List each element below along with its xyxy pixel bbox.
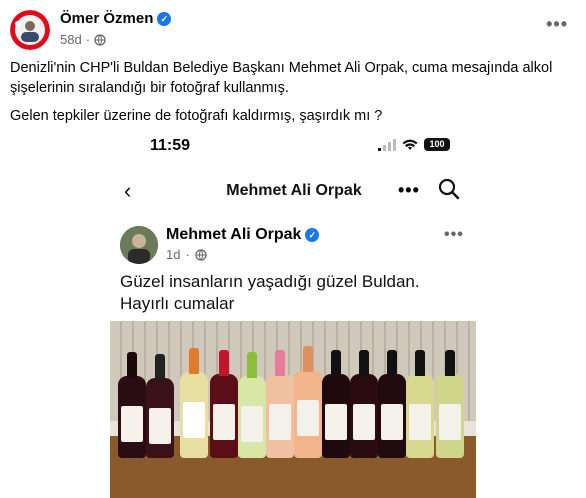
- bottle-red-4: [322, 350, 350, 458]
- dot-separator: ·: [185, 247, 190, 262]
- embedded-screenshot[interactable]: 11:59 100 ‹ Mehmet Ali Orpak ••• Mehmet …: [106, 130, 482, 498]
- more-icon[interactable]: •••: [444, 226, 464, 244]
- inner-post-meta: 1d ·: [166, 247, 207, 262]
- inner-post-text: Güzel insanların yaşadığı güzel Buldan. …: [120, 271, 420, 315]
- author-avatar[interactable]: [10, 10, 50, 50]
- post-text: Denizli'nin CHP'li Buldan Belediye Başka…: [10, 58, 580, 134]
- nav-title: Mehmet Ali Orpak: [226, 182, 362, 199]
- bottle-white-2: [238, 352, 266, 458]
- post-text-paragraph-2: Gelen tepkiler üzerine de fotoğrafı kald…: [10, 108, 383, 124]
- dot-separator: ·: [85, 32, 91, 47]
- inner-author-name[interactable]: Mehmet Ali Orpak ✓: [166, 226, 320, 244]
- bottle-red-2: [146, 354, 174, 458]
- globe-icon: [195, 248, 207, 261]
- battery-icon: 100: [424, 138, 450, 151]
- more-icon[interactable]: •••: [546, 14, 568, 35]
- bottle-white-1: [180, 348, 208, 458]
- author-name[interactable]: Ömer Özmen ✓: [60, 10, 172, 27]
- bottle-white-4: [436, 350, 464, 458]
- globe-icon: [94, 33, 106, 46]
- search-icon[interactable]: [438, 178, 460, 200]
- inner-post-text-line-1: Güzel insanların yaşadığı güzel Buldan.: [120, 272, 420, 291]
- profile-nav-bar: ‹ Mehmet Ali Orpak •••: [106, 174, 482, 208]
- post-time[interactable]: 58d: [60, 32, 82, 47]
- more-icon[interactable]: •••: [398, 180, 420, 201]
- wine-bottles-photo[interactable]: [110, 321, 476, 498]
- post-meta: 58d ·: [60, 32, 106, 47]
- bottle-red-5: [350, 350, 378, 458]
- author-name-text[interactable]: Ömer Özmen: [60, 10, 153, 27]
- bottle-red-6: [378, 350, 406, 458]
- inner-post-text-line-2: Hayırlı cumalar: [120, 294, 235, 313]
- wifi-icon: [402, 139, 418, 150]
- bottle-red-3: [210, 350, 238, 458]
- verified-icon: ✓: [157, 12, 172, 26]
- bottle-red-1: [118, 352, 146, 458]
- bottle-rose-2: [294, 346, 322, 458]
- post-text-paragraph-1: Denizli'nin CHP'li Buldan Belediye Başka…: [10, 60, 553, 96]
- status-icons: 100: [378, 138, 450, 151]
- post-header: Ömer Özmen ✓ 58d · •••: [10, 8, 576, 52]
- bottle-white-3: [406, 350, 434, 458]
- bottle-rose-1: [266, 350, 294, 458]
- inner-author-name-text[interactable]: Mehmet Ali Orpak: [166, 226, 301, 243]
- signal-icon: [378, 138, 396, 151]
- inner-post-time[interactable]: 1d: [166, 247, 180, 262]
- verified-icon: ✓: [305, 228, 320, 242]
- inner-author-avatar[interactable]: [120, 226, 158, 264]
- status-time: 11:59: [150, 137, 191, 154]
